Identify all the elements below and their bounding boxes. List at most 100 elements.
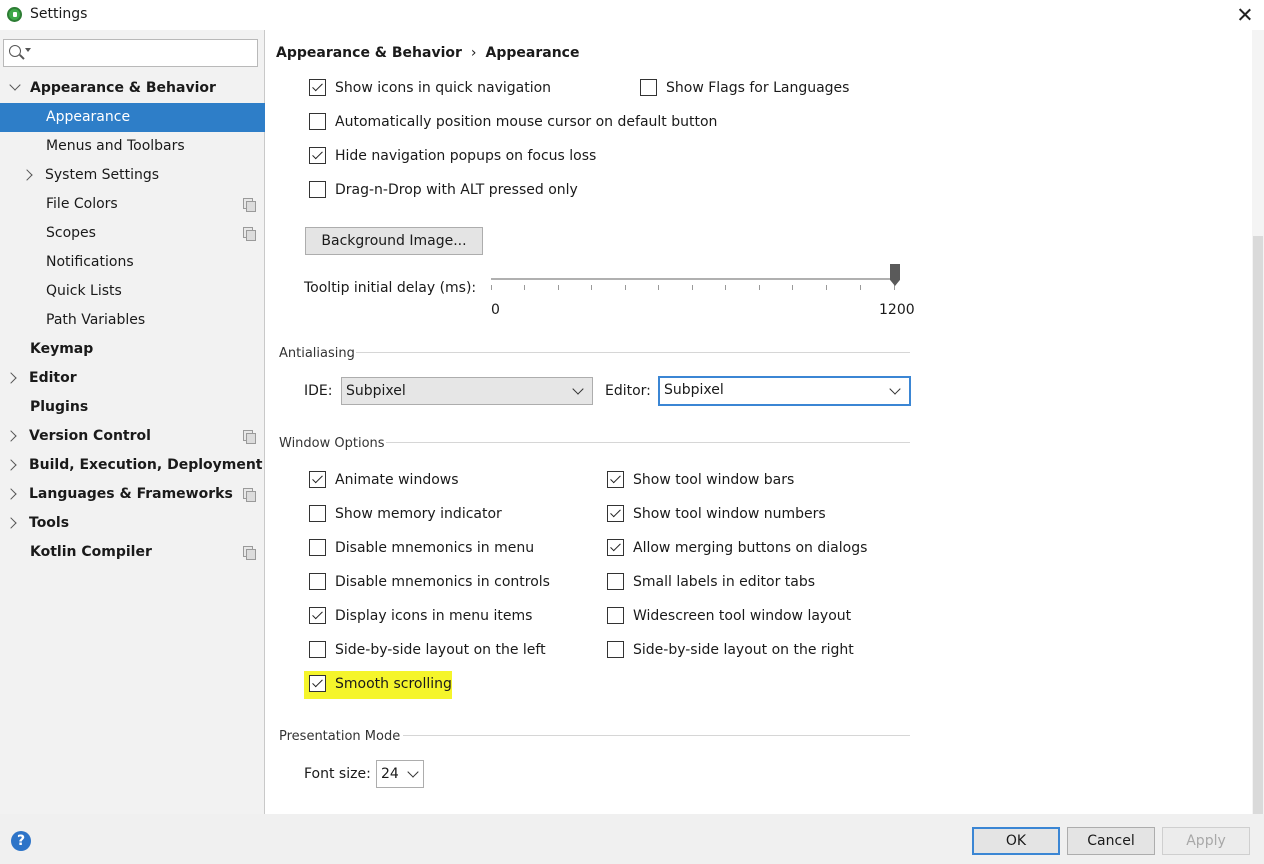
sidebar-item-label: Appearance & Behavior	[30, 80, 216, 96]
help-icon[interactable]: ?	[11, 831, 31, 851]
checkbox[interactable]	[309, 641, 326, 658]
checkbox[interactable]	[309, 573, 326, 590]
show-tool-window-numbers-checkbox[interactable]: Show tool window numbers	[607, 503, 887, 525]
display-icons-menu-items-checkbox[interactable]: Display icons in menu items	[309, 605, 569, 627]
sidebar-item-plugins[interactable]: Plugins	[0, 393, 265, 422]
checkbox[interactable]	[309, 471, 326, 488]
tooltip-delay-label: Tooltip initial delay (ms):	[304, 280, 477, 296]
ide-antialiasing-select[interactable]: Subpixel	[341, 377, 593, 405]
sidebar-item-appearance-behavior[interactable]: Appearance & Behavior	[0, 74, 265, 103]
checkbox[interactable]	[607, 607, 624, 624]
chevron-down-icon	[407, 766, 419, 778]
search-options-caret-icon[interactable]	[25, 48, 31, 52]
checkbox[interactable]	[607, 573, 624, 590]
sidebar-item-languages-frameworks[interactable]: Languages & Frameworks	[0, 480, 265, 509]
show-flags-languages-checkbox[interactable]: Show Flags for Languages	[640, 77, 880, 99]
project-level-icon	[243, 430, 256, 444]
sidebar-item-scopes[interactable]: Scopes	[0, 219, 265, 248]
slider-tick	[491, 285, 492, 290]
sidebar-item-version-control[interactable]: Version Control	[0, 422, 265, 451]
search-input[interactable]	[34, 42, 254, 64]
sidebar-item-label: System Settings	[45, 167, 160, 183]
editor-antialiasing-select[interactable]: Subpixel	[658, 376, 911, 406]
sidebar-item-keymap[interactable]: Keymap	[0, 335, 265, 364]
side-by-side-left-checkbox[interactable]: Side-by-side layout on the left	[309, 639, 569, 661]
chevron-right-icon[interactable]	[21, 169, 33, 181]
checkbox[interactable]	[309, 607, 326, 624]
sidebar-item-label: Scopes	[46, 225, 96, 241]
sidebar-item-build-execution-deployment[interactable]: Build, Execution, Deployment	[0, 451, 265, 480]
checkbox[interactable]	[607, 471, 624, 488]
sidebar-item-label: Keymap	[30, 341, 94, 357]
show-tool-window-bars-checkbox[interactable]: Show tool window bars	[607, 469, 887, 491]
sidebar-item-notifications[interactable]: Notifications	[0, 248, 265, 277]
checkbox[interactable]	[309, 147, 326, 164]
sidebar-item-label: Version Control	[29, 428, 151, 444]
auto-position-cursor-checkbox[interactable]: Automatically position mouse cursor on d…	[309, 111, 729, 133]
sidebar-item-editor[interactable]: Editor	[0, 364, 265, 393]
slider-tick	[792, 285, 793, 290]
project-level-icon	[243, 198, 256, 212]
side-by-side-right-checkbox[interactable]: Side-by-side layout on the right	[607, 639, 887, 661]
antialiasing-section-title: Antialiasing	[279, 346, 355, 361]
cancel-button[interactable]: Cancel	[1067, 827, 1155, 855]
settings-sidebar: Appearance & Behavior Appearance Menus a…	[0, 30, 265, 814]
slider-max-label: 1200	[879, 302, 915, 318]
hide-nav-popups-checkbox[interactable]: Hide navigation popups on focus loss	[309, 145, 609, 167]
show-memory-indicator-checkbox[interactable]: Show memory indicator	[309, 503, 569, 525]
checkbox[interactable]	[607, 505, 624, 522]
sidebar-item-kotlin-compiler[interactable]: Kotlin Compiler	[0, 538, 265, 567]
sidebar-item-label: File Colors	[46, 196, 118, 212]
checkbox[interactable]	[309, 675, 326, 692]
chevron-right-icon[interactable]	[5, 372, 17, 384]
checkbox[interactable]	[309, 505, 326, 522]
presentation-mode-section-title: Presentation Mode	[279, 729, 401, 744]
chevron-down-icon[interactable]	[9, 79, 21, 91]
ok-button[interactable]: OK	[972, 827, 1060, 855]
show-icons-quick-nav-checkbox[interactable]: Show icons in quick navigation	[309, 77, 569, 99]
chevron-right-icon[interactable]	[5, 517, 17, 529]
disable-mnemonics-controls-checkbox[interactable]: Disable mnemonics in controls	[309, 571, 569, 593]
animate-windows-checkbox[interactable]: Animate windows	[309, 469, 569, 491]
chevron-right-icon[interactable]	[5, 459, 17, 471]
small-labels-editor-tabs-checkbox[interactable]: Small labels in editor tabs	[607, 571, 887, 593]
apply-button[interactable]: Apply	[1162, 827, 1250, 855]
title-bar: Settings	[0, 0, 1264, 30]
chevron-right-icon[interactable]	[5, 488, 17, 500]
close-icon[interactable]	[1232, 2, 1258, 28]
checkbox[interactable]	[309, 79, 326, 96]
checkbox[interactable]	[309, 181, 326, 198]
checkbox[interactable]	[607, 641, 624, 658]
search-icon[interactable]	[9, 45, 21, 57]
checkbox[interactable]	[309, 113, 326, 130]
disable-mnemonics-menu-checkbox[interactable]: Disable mnemonics in menu	[309, 537, 569, 559]
sidebar-item-system-settings[interactable]: System Settings	[0, 161, 265, 190]
tooltip-delay-slider-track[interactable]	[491, 278, 894, 280]
chevron-down-icon	[572, 383, 584, 395]
project-level-icon	[243, 546, 256, 560]
sidebar-item-tools[interactable]: Tools	[0, 509, 265, 538]
sidebar-item-label: Editor	[29, 370, 77, 386]
drag-n-drop-alt-checkbox[interactable]: Drag-n-Drop with ALT pressed only	[309, 179, 609, 201]
sidebar-item-file-colors[interactable]: File Colors	[0, 190, 265, 219]
font-size-select[interactable]: 24	[376, 760, 424, 788]
allow-merging-buttons-checkbox[interactable]: Allow merging buttons on dialogs	[607, 537, 907, 559]
search-box[interactable]	[3, 39, 258, 67]
smooth-scrolling-checkbox[interactable]: Smooth scrolling	[309, 673, 509, 695]
background-image-button[interactable]: Background Image...	[305, 227, 483, 255]
sidebar-item-menus-toolbars[interactable]: Menus and Toolbars	[0, 132, 265, 161]
sidebar-item-path-variables[interactable]: Path Variables	[0, 306, 265, 335]
slider-tick	[826, 285, 827, 290]
tooltip-delay-slider-thumb[interactable]	[890, 264, 900, 286]
sidebar-item-label: Menus and Toolbars	[46, 138, 185, 154]
chevron-right-icon[interactable]	[5, 430, 17, 442]
widescreen-layout-checkbox[interactable]: Widescreen tool window layout	[607, 605, 887, 627]
checkbox[interactable]	[640, 79, 657, 96]
sidebar-item-appearance[interactable]: Appearance	[0, 103, 265, 132]
sidebar-item-quick-lists[interactable]: Quick Lists	[0, 277, 265, 306]
slider-min-label: 0	[491, 302, 500, 318]
scrollbar-thumb[interactable]	[1253, 236, 1263, 814]
sidebar-item-label: Build, Execution, Deployment	[29, 457, 263, 473]
checkbox[interactable]	[309, 539, 326, 556]
checkbox[interactable]	[607, 539, 624, 556]
